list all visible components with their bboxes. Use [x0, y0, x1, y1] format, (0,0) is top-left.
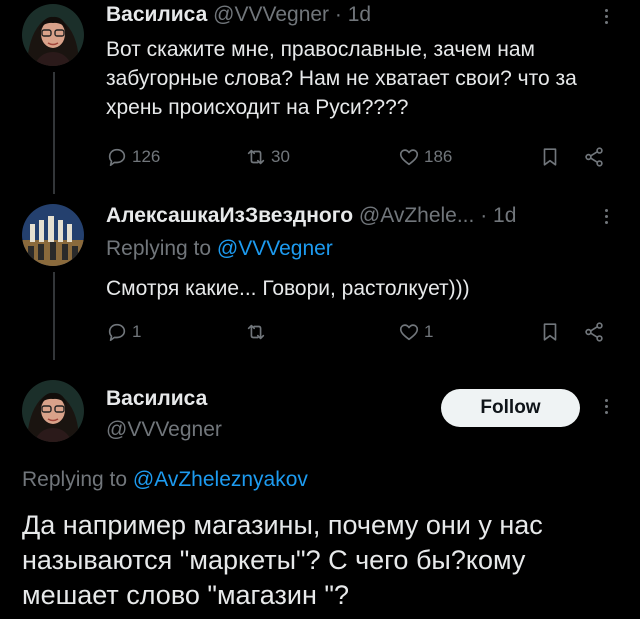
retweet-button[interactable]: 30 — [245, 146, 290, 168]
retweet-button[interactable] — [245, 321, 271, 343]
more-options-icon[interactable] — [602, 6, 610, 32]
like-count: 1 — [424, 322, 434, 341]
more-options-icon[interactable] — [602, 206, 610, 232]
tweet-header: Василиса @VVVegner · 1d — [106, 3, 371, 27]
display-name[interactable]: Василиса — [106, 3, 207, 26]
avatar[interactable] — [22, 204, 84, 266]
avatar[interactable] — [22, 4, 84, 66]
reply-icon — [108, 148, 126, 167]
display-name[interactable]: АлексашкаИзЗвездного — [106, 204, 353, 227]
bookmark-icon — [543, 148, 557, 166]
more-options-icon[interactable] — [602, 396, 610, 422]
reply-count: 1 — [132, 322, 142, 341]
reply-icon — [108, 323, 126, 342]
retweet-icon — [247, 324, 265, 340]
avatar[interactable] — [22, 380, 84, 442]
replying-to-handle[interactable]: @AvZheleznyakov — [133, 468, 308, 491]
follow-button[interactable]: Follow — [441, 389, 580, 427]
share-icon — [585, 322, 603, 342]
like-button[interactable]: 1 — [398, 321, 433, 343]
replying-to-label: Replying to — [106, 237, 217, 260]
tweet-text: Смотря какие... Говори, растолкует))) — [106, 277, 470, 300]
thread-line — [53, 272, 55, 360]
replying-to-handle[interactable]: @VVVegner — [217, 237, 333, 260]
reply-button[interactable]: 1 — [106, 321, 141, 343]
bookmark-button[interactable] — [539, 146, 561, 168]
share-button[interactable] — [583, 146, 605, 168]
heart-icon — [399, 149, 419, 166]
tweet-header: АлексашкаИзЗвездного @AvZhele... · 1d — [106, 204, 516, 228]
bookmark-icon — [543, 323, 557, 341]
tweet-text: Вот скажите мне, православные, зачем нам… — [106, 38, 577, 119]
focused-tweet-text: Да например магазины, почему они у нас н… — [22, 510, 543, 610]
replying-to: Replying to @VVVegner — [106, 237, 333, 261]
timestamp[interactable]: · 1d — [480, 204, 516, 227]
focused-display-name[interactable]: Василиса — [106, 387, 207, 411]
share-button[interactable] — [583, 321, 605, 343]
timestamp[interactable]: · 1d — [335, 3, 371, 26]
like-button[interactable]: 186 — [398, 146, 452, 168]
reply-button[interactable]: 126 — [106, 146, 160, 168]
user-handle[interactable]: @AvZhele... — [359, 204, 474, 227]
user-handle[interactable]: @VVVegner — [213, 3, 329, 26]
heart-icon — [399, 324, 419, 341]
thread-line — [53, 72, 55, 194]
replying-to-label: Replying to — [22, 468, 133, 491]
replying-to: Replying to @AvZheleznyakov — [22, 468, 308, 492]
retweet-count: 30 — [271, 147, 290, 166]
share-icon — [585, 147, 603, 167]
like-count: 186 — [424, 147, 453, 166]
bookmark-button[interactable] — [539, 321, 561, 343]
retweet-icon — [247, 149, 265, 165]
focused-user-handle[interactable]: @VVVegner — [106, 418, 222, 442]
reply-count: 126 — [132, 147, 161, 166]
